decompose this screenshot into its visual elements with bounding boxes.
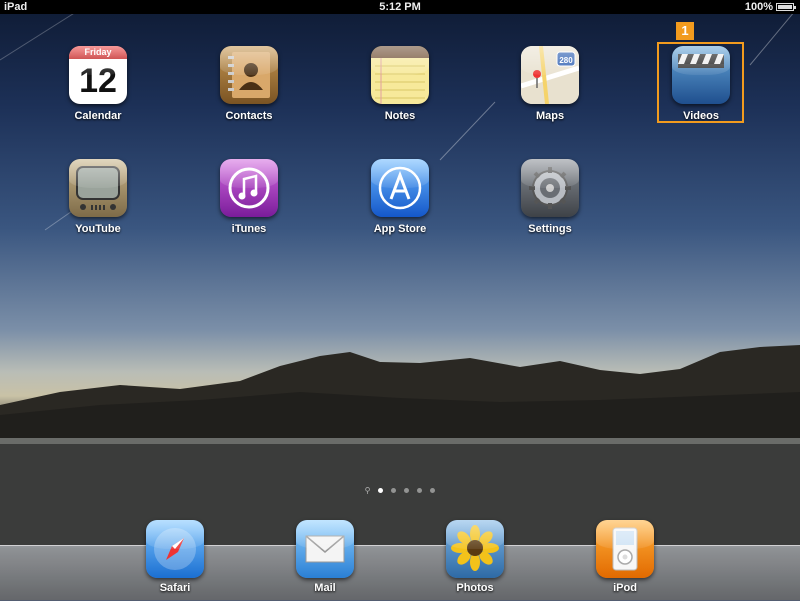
page-indicator[interactable]: ⚲ — [0, 487, 800, 495]
calendar-day-name: Friday — [69, 46, 127, 59]
app-app-store[interactable]: App Store — [340, 159, 460, 235]
calendar-icon: Friday 12 — [69, 46, 127, 104]
app-label: Contacts — [225, 110, 273, 122]
maps-icon: 280 — [521, 46, 579, 104]
dock-app-mail[interactable]: Mail — [265, 520, 385, 594]
contacts-icon — [220, 46, 278, 104]
app-calendar[interactable]: Friday 12 Calendar — [38, 46, 158, 122]
app-notes[interactable]: Notes — [340, 46, 460, 122]
app-label: Settings — [528, 223, 572, 235]
app-contacts[interactable]: Contacts — [189, 46, 309, 122]
page-dot[interactable] — [430, 488, 436, 493]
page-dot[interactable] — [378, 488, 384, 493]
settings-gear-icon — [521, 159, 579, 217]
page-dot[interactable] — [391, 488, 397, 493]
youtube-icon — [69, 159, 127, 217]
calendar-day-number: 12 — [79, 62, 117, 100]
videos-highlight-box — [657, 42, 744, 123]
app-itunes[interactable]: iTunes — [189, 159, 309, 235]
battery-percent: 100% — [744, 1, 773, 13]
spotlight-search-icon[interactable]: ⚲ — [365, 487, 371, 495]
battery-status: 100% — [744, 1, 796, 13]
app-label: iPod — [613, 582, 637, 594]
photos-sunflower-icon — [446, 520, 504, 578]
app-store-icon — [371, 159, 429, 217]
dock-app-ipod[interactable]: iPod — [565, 520, 685, 594]
notes-icon — [371, 46, 429, 104]
dock-app-photos[interactable]: Photos — [415, 520, 535, 594]
app-label: Mail — [314, 582, 336, 594]
page-dot[interactable] — [404, 488, 410, 493]
ipod-icon — [596, 520, 654, 578]
app-label: YouTube — [75, 223, 121, 235]
app-label: Photos — [456, 582, 494, 594]
app-label: Safari — [159, 582, 191, 594]
app-label: iTunes — [231, 223, 267, 235]
safari-compass-icon — [146, 520, 204, 578]
battery-level-fill — [778, 5, 792, 9]
dock-app-safari[interactable]: Safari — [115, 520, 235, 594]
app-settings[interactable]: Settings — [490, 159, 610, 235]
itunes-icon — [220, 159, 278, 217]
app-maps[interactable]: 280 Maps — [490, 46, 610, 122]
map-road-sign: 280 — [559, 56, 573, 65]
step-marker: 1 — [676, 22, 694, 40]
app-label: Maps — [535, 110, 565, 122]
page-dot[interactable] — [417, 488, 423, 493]
app-label: Notes — [384, 110, 416, 122]
app-label: Calendar — [74, 110, 122, 122]
battery-icon — [776, 3, 796, 11]
status-bar: iPad 5:12 PM 100% — [0, 0, 800, 14]
app-youtube[interactable]: YouTube — [38, 159, 158, 235]
mail-envelope-icon — [296, 520, 354, 578]
status-time: 5:12 PM — [379, 1, 421, 13]
app-label: App Store — [373, 223, 427, 235]
